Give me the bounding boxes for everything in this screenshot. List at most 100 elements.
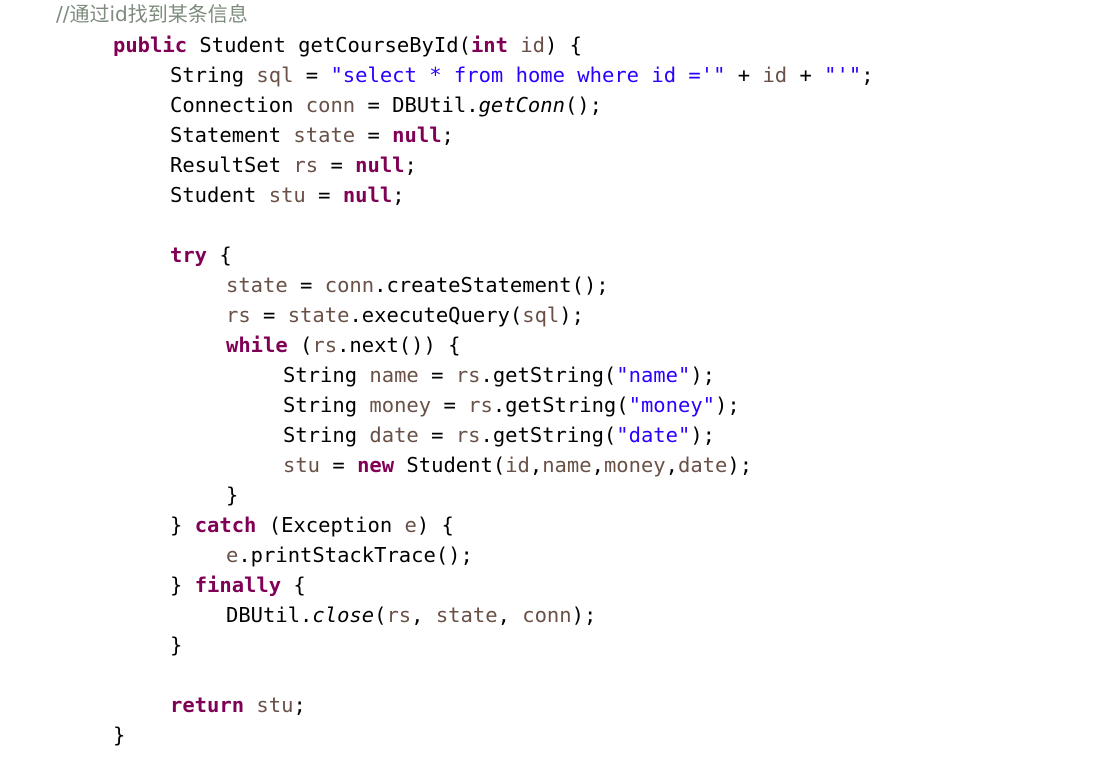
code-token-plain: .printStackTrace(); bbox=[238, 543, 473, 567]
code-token-var: id bbox=[762, 63, 788, 87]
code-line: Statement state = null; bbox=[0, 120, 1117, 150]
code-line: e.printStackTrace(); bbox=[0, 540, 1117, 570]
code-token-var: id bbox=[520, 33, 545, 57]
code-token-var: rs bbox=[455, 363, 481, 387]
code-token-static: getConn bbox=[478, 93, 565, 117]
code-token-plain: ); bbox=[727, 453, 753, 477]
code-token-plain: ) { bbox=[545, 33, 583, 57]
code-token-plain: = bbox=[418, 423, 456, 447]
code-token-str: "name" bbox=[616, 363, 691, 387]
code-token-plain: .getString( bbox=[480, 423, 617, 447]
code-token-plain: = bbox=[287, 273, 325, 297]
code-token-kw: try bbox=[170, 243, 208, 267]
code-token-var: money bbox=[369, 393, 432, 417]
code-line: stu = new Student(id,name,money,date); bbox=[0, 450, 1117, 480]
code-token-var: rs bbox=[455, 423, 481, 447]
code-token-plain: } bbox=[113, 723, 126, 747]
code-token-str: "money" bbox=[628, 393, 716, 417]
code-token-plain: , bbox=[529, 453, 543, 477]
code-token-kw: new bbox=[357, 453, 395, 477]
code-token-plain: = bbox=[250, 303, 288, 327]
code-token-var: sql bbox=[256, 63, 294, 87]
code-token-kw: int bbox=[470, 33, 508, 57]
code-token-var: state bbox=[435, 603, 498, 627]
code-token-plain: Statement bbox=[170, 123, 294, 147]
code-token-plain: ); bbox=[690, 363, 716, 387]
code-token-var: rs bbox=[312, 333, 338, 357]
code-token-plain: = bbox=[293, 63, 331, 87]
code-token-plain: Student getCourseById( bbox=[187, 33, 471, 57]
code-line: } catch (Exception e) { bbox=[0, 510, 1117, 540]
code-token-var: name bbox=[542, 453, 592, 477]
code-line: String date = rs.getString("date"); bbox=[0, 420, 1117, 450]
code-token-kw: null bbox=[392, 123, 442, 147]
code-token-plain: String bbox=[283, 363, 370, 387]
code-line: } finally { bbox=[0, 570, 1117, 600]
code-token-plain: ); bbox=[715, 393, 740, 417]
code-token-plain: , bbox=[497, 603, 523, 627]
code-token-plain: = DBUtil. bbox=[355, 93, 479, 117]
code-token-plain: String bbox=[283, 423, 370, 447]
code-line bbox=[0, 210, 1117, 240]
code-token-plain: String bbox=[283, 393, 370, 417]
code-token-plain: .next()) { bbox=[337, 333, 461, 357]
code-line: DBUtil.close(rs, state, conn); bbox=[0, 600, 1117, 630]
code-token-plain: { bbox=[281, 573, 306, 597]
code-token-var: name bbox=[369, 363, 419, 387]
code-line: state = conn.createStatement(); bbox=[0, 270, 1117, 300]
code-line bbox=[0, 660, 1117, 690]
code-token-plain: = bbox=[320, 453, 358, 477]
code-token-plain: ( bbox=[374, 603, 387, 627]
code-line: public Student getCourseById(int id) { bbox=[0, 30, 1117, 60]
code-token-var: stu bbox=[283, 453, 321, 477]
code-token-kw: null bbox=[355, 153, 405, 177]
code-token-var: rs bbox=[226, 303, 251, 327]
code-token-plain: + bbox=[787, 63, 825, 87]
code-token-plain: ( bbox=[287, 333, 313, 357]
code-token-plain: ; bbox=[861, 63, 874, 87]
code-token-var: state bbox=[293, 123, 356, 147]
code-token-var: state bbox=[226, 273, 288, 297]
code-token-plain: , bbox=[411, 603, 436, 627]
code-token-var: stu bbox=[256, 693, 294, 717]
code-token-var: rs bbox=[468, 393, 493, 417]
code-token-cmt: //通过id找到某条信息 bbox=[56, 2, 248, 26]
code-token-var: rs bbox=[386, 603, 412, 627]
code-line: String name = rs.getString("name"); bbox=[0, 360, 1117, 390]
code-token-var: state bbox=[287, 303, 350, 327]
code-token-plain: { bbox=[207, 243, 232, 267]
code-line: Student stu = null; bbox=[0, 180, 1117, 210]
code-line: String sql = "select * from home where i… bbox=[0, 60, 1117, 90]
code-line: Connection conn = DBUtil.getConn(); bbox=[0, 90, 1117, 120]
code-token-var: date bbox=[369, 423, 419, 447]
code-token-plain: + bbox=[725, 63, 763, 87]
code-token-plain: ; bbox=[392, 183, 405, 207]
code-token-plain: (Exception bbox=[256, 513, 405, 537]
code-token-plain: = bbox=[418, 363, 456, 387]
code-token-plain: ) { bbox=[416, 513, 454, 537]
code-token-blank bbox=[170, 213, 182, 237]
code-token-var: id bbox=[505, 453, 530, 477]
code-token-plain: ; bbox=[441, 123, 454, 147]
code-token-var: e bbox=[226, 543, 239, 567]
code-token-plain: .getString( bbox=[492, 393, 629, 417]
code-token-kw: catch bbox=[194, 513, 257, 537]
code-token-plain: ); bbox=[571, 603, 597, 627]
code-line: } bbox=[0, 480, 1117, 510]
code-token-static: close bbox=[312, 603, 375, 627]
code-token-plain: (); bbox=[564, 93, 602, 117]
code-token-plain: , bbox=[591, 453, 604, 477]
code-line: rs = state.executeQuery(sql); bbox=[0, 300, 1117, 330]
code-token-str: "select * from home where id ='" bbox=[330, 63, 726, 87]
code-token-var: sql bbox=[522, 303, 560, 327]
code-token-var: stu bbox=[268, 183, 306, 207]
code-line: return stu; bbox=[0, 690, 1117, 720]
code-token-plain: ); bbox=[690, 423, 716, 447]
code-token-plain: ); bbox=[559, 303, 584, 327]
code-token-plain: = bbox=[305, 183, 343, 207]
code-token-kw: public bbox=[113, 33, 188, 57]
code-token-plain: ResultSet bbox=[170, 153, 294, 177]
code-token-var: conn bbox=[522, 603, 572, 627]
